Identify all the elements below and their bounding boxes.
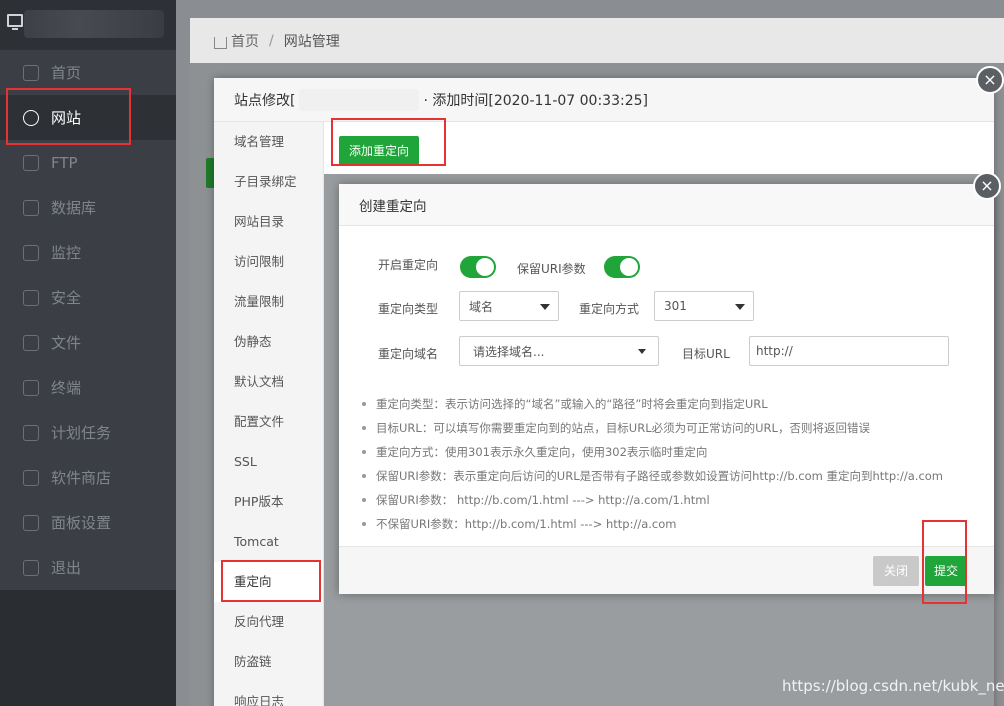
watermark: https://blog.csdn.net/kubk_net: [782, 677, 1004, 695]
annotation-box-website: [6, 88, 131, 145]
home-icon: [23, 64, 39, 81]
tip-item: 保留URI参数：表示重定向后访问的URL是否带有子路径或参数如设置访问http:…: [359, 464, 979, 488]
tab-config-file[interactable]: 配置文件: [214, 402, 323, 442]
target-url-input[interactable]: http://: [749, 336, 949, 366]
tab-response-log[interactable]: 响应日志: [214, 682, 323, 706]
grid-icon: [23, 469, 39, 486]
sidebar-header: [0, 0, 176, 50]
tip-item: 保留URI参数： http://b.com/1.html ---> http:/…: [359, 488, 979, 512]
redirect-mode-label: 重定向方式: [579, 302, 640, 316]
tab-subdirectory[interactable]: 子目录绑定: [214, 162, 323, 202]
calendar-icon: [23, 424, 39, 441]
breadcrumb: 首页 / 网站管理: [190, 18, 1004, 63]
shield-icon: [23, 289, 39, 306]
enable-redirect-label: 开启重定向: [378, 258, 439, 272]
blurred-server-name: [24, 10, 164, 38]
breadcrumb-home[interactable]: 首页: [231, 31, 259, 51]
sidebar-footer: [0, 590, 176, 706]
ftp-icon: [23, 154, 39, 171]
keep-uri-label: 保留URI参数: [517, 262, 586, 276]
sidebar-item-logout[interactable]: 退出: [0, 545, 176, 590]
home-icon: [214, 36, 227, 49]
tab-traffic-limit[interactable]: 流量限制: [214, 282, 323, 322]
tab-domain[interactable]: 域名管理: [214, 122, 323, 162]
redirect-mode-select[interactable]: 301: [654, 291, 754, 321]
settings-icon: [23, 514, 39, 531]
redirect-type-select[interactable]: 域名: [459, 291, 559, 321]
sidebar-item-store[interactable]: 软件商店: [0, 455, 176, 500]
annotation-box-add-redirect: [331, 118, 446, 166]
chevron-down-icon: [638, 349, 646, 354]
annotation-box-redirect-tab: [221, 560, 321, 602]
tab-tomcat[interactable]: Tomcat: [214, 522, 323, 562]
close-button[interactable]: 关闭: [873, 556, 919, 586]
sidebar-item-settings[interactable]: 面板设置: [0, 500, 176, 545]
enable-redirect-toggle[interactable]: [460, 256, 496, 278]
database-icon: [23, 199, 39, 216]
target-url-label: 目标URL: [682, 347, 730, 361]
monitor-icon: [23, 244, 39, 261]
monitor-icon: [7, 14, 23, 30]
keep-uri-toggle[interactable]: [604, 256, 640, 278]
tab-access-limit[interactable]: 访问限制: [214, 242, 323, 282]
logout-icon: [23, 559, 39, 576]
tip-item: 不保留URI参数：http://b.com/1.html ---> http:/…: [359, 512, 979, 536]
help-tips: 重定向类型：表示访问选择的“域名”或输入的“路径”时将会重定向到指定URL 目标…: [359, 392, 979, 536]
close-icon[interactable]: ×: [976, 66, 1004, 94]
tip-item: 重定向类型：表示访问选择的“域名”或输入的“路径”时将会重定向到指定URL: [359, 392, 979, 416]
chevron-down-icon: [540, 304, 550, 310]
create-redirect-dialog: 创建重定向 开启重定向 保留URI参数 重定向类型 域名 重定向方式 301 重…: [339, 184, 994, 594]
tab-ssl[interactable]: SSL: [214, 442, 323, 482]
tab-hotlink[interactable]: 防盗链: [214, 642, 323, 682]
close-icon[interactable]: ×: [973, 172, 1001, 200]
sidebar-item-files[interactable]: 文件: [0, 320, 176, 365]
tab-site-directory[interactable]: 网站目录: [214, 202, 323, 242]
folder-icon: [23, 334, 39, 351]
create-redirect-title: 创建重定向: [339, 184, 994, 226]
tip-item: 目标URL：可以填写你需要重定向到的站点，目标URL必须为可正常访问的URL，否…: [359, 416, 979, 440]
tab-php-version[interactable]: PHP版本: [214, 482, 323, 522]
terminal-icon: [23, 379, 39, 396]
redirect-domain-label: 重定向域名: [378, 347, 439, 361]
masked-site-name: [299, 88, 420, 111]
tab-default-doc[interactable]: 默认文档: [214, 362, 323, 402]
sidebar-item-cron[interactable]: 计划任务: [0, 410, 176, 455]
sidebar-item-database[interactable]: 数据库: [0, 185, 176, 230]
dialog-footer: 关闭 提交: [339, 546, 994, 594]
tab-rewrite[interactable]: 伪静态: [214, 322, 323, 362]
sidebar-item-ftp[interactable]: FTP: [0, 140, 176, 185]
redirect-type-label: 重定向类型: [378, 302, 439, 316]
breadcrumb-separator: /: [269, 32, 274, 49]
redirect-domain-select[interactable]: 请选择域名...: [459, 336, 659, 366]
sidebar-item-terminal[interactable]: 终端: [0, 365, 176, 410]
annotation-box-submit: [922, 520, 967, 604]
breadcrumb-current: 网站管理: [283, 33, 340, 50]
sidebar-item-security[interactable]: 安全: [0, 275, 176, 320]
tip-item: 重定向方式：使用301表示永久重定向，使用302表示临时重定向: [359, 440, 979, 464]
tab-reverse-proxy[interactable]: 反向代理: [214, 602, 323, 642]
chevron-down-icon: [735, 304, 745, 310]
site-settings-tabs: 域名管理 子目录绑定 网站目录 访问限制 流量限制 伪静态 默认文档 配置文件 …: [214, 122, 324, 706]
site-settings-title: 站点修改[ · 添加时间[2020-11-07 00:33:25]: [214, 78, 994, 122]
sidebar-item-monitor[interactable]: 监控: [0, 230, 176, 275]
